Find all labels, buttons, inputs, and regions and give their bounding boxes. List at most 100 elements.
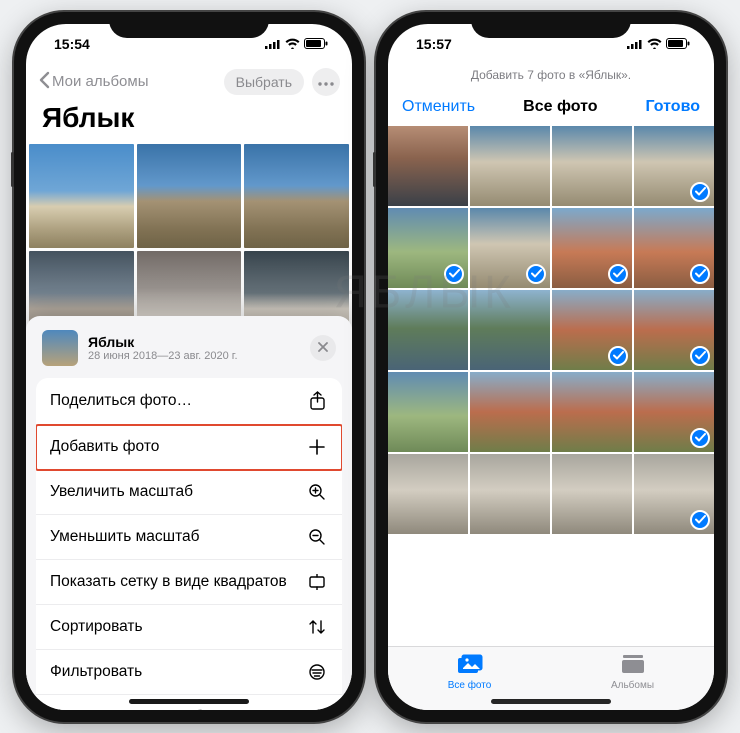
menu-label: Переименовать альбом: [50, 708, 222, 710]
status-indicators: [265, 38, 328, 49]
picker-photo[interactable]: [470, 454, 550, 534]
album-title: Яблык: [26, 100, 352, 144]
menu-share[interactable]: Поделиться фото…: [36, 378, 342, 425]
picker-photo[interactable]: [388, 454, 468, 534]
picker-photo[interactable]: [470, 126, 550, 206]
picker-photo[interactable]: [388, 290, 468, 370]
menu-label: Добавить фото: [50, 438, 159, 456]
sort-icon: [306, 618, 328, 636]
picker-photo[interactable]: [634, 126, 714, 206]
picker-photo[interactable]: [634, 372, 714, 452]
selected-check-icon: [608, 346, 628, 366]
wifi-icon: [647, 38, 662, 49]
picker-photo[interactable]: [552, 372, 632, 452]
share-icon: [306, 391, 328, 411]
more-button[interactable]: [312, 68, 340, 96]
selected-check-icon: [526, 264, 546, 284]
cellular-icon: [627, 39, 643, 49]
chevron-left-icon: [38, 71, 50, 93]
phone-left: 15:54 Мои альбомы Выбр: [14, 12, 364, 722]
home-indicator[interactable]: [129, 699, 249, 704]
home-indicator[interactable]: [491, 699, 611, 704]
menu-label: Сортировать: [50, 618, 143, 636]
phone-right: 15:57 Добавить 7 фото в «Яблык». Отменит…: [376, 12, 726, 722]
menu-label: Показать сетку в виде квадратов: [50, 573, 287, 591]
select-button[interactable]: Выбрать: [224, 69, 304, 95]
tab-all-photos[interactable]: Все фото: [388, 647, 551, 698]
sheet-header: Яблык 28 июня 2018—23 авг. 2020 г.: [36, 328, 342, 378]
picker-photo[interactable]: [470, 372, 550, 452]
cancel-button[interactable]: Отменить: [402, 98, 475, 116]
filter-icon: [306, 663, 328, 681]
selected-check-icon: [690, 264, 710, 284]
picker-photo[interactable]: [634, 208, 714, 288]
picker-photo[interactable]: [552, 208, 632, 288]
battery-icon: [666, 38, 690, 49]
selected-check-icon: [690, 182, 710, 202]
picker-photo[interactable]: [552, 454, 632, 534]
selected-check-icon: [608, 264, 628, 284]
menu-label: Увеличить масштаб: [50, 483, 193, 501]
picker-photo[interactable]: [388, 372, 468, 452]
nav-row: Мои альбомы Выбрать: [26, 64, 352, 100]
tab-label: Все фото: [448, 680, 492, 691]
status-indicators: [627, 38, 690, 49]
selected-check-icon: [690, 510, 710, 530]
action-sheet: Яблык 28 июня 2018—23 авг. 2020 г. Подел…: [26, 316, 352, 710]
screen-left: 15:54 Мои альбомы Выбр: [26, 24, 352, 710]
back-label: Мои альбомы: [52, 73, 149, 90]
tab-albums[interactable]: Альбомы: [551, 647, 714, 698]
picker-photo[interactable]: [634, 454, 714, 534]
photo-thumb[interactable]: [244, 144, 349, 249]
picker-photo[interactable]: [552, 290, 632, 370]
wifi-icon: [285, 38, 300, 49]
photo-thumb[interactable]: [137, 144, 242, 249]
menu-square-grid[interactable]: Показать сетку в виде квадратов: [36, 560, 342, 605]
notch: [109, 12, 269, 38]
picker-photo[interactable]: [388, 208, 468, 288]
back-button[interactable]: Мои альбомы: [38, 71, 149, 93]
tab-label: Альбомы: [611, 680, 654, 691]
cellular-icon: [265, 39, 281, 49]
menu-filter[interactable]: Фильтровать: [36, 650, 342, 695]
menu-label: Поделиться фото…: [50, 392, 192, 410]
screen-right: 15:57 Добавить 7 фото в «Яблык». Отменит…: [388, 24, 714, 710]
picker-photo[interactable]: [552, 126, 632, 206]
status-time: 15:57: [416, 36, 452, 52]
sheet-menu: Поделиться фото… Добавить фото Увеличить…: [36, 378, 342, 710]
selected-check-icon: [690, 346, 710, 366]
sheet-title: Яблык: [88, 334, 300, 350]
aspect-icon: [306, 574, 328, 590]
selected-check-icon: [444, 264, 464, 284]
done-button[interactable]: Готово: [646, 98, 700, 116]
battery-icon: [304, 38, 328, 49]
menu-zoom-in[interactable]: Увеличить масштаб: [36, 470, 342, 515]
photo-picker-grid: [388, 126, 714, 646]
picker-photo[interactable]: [388, 126, 468, 206]
status-time: 15:54: [54, 36, 90, 52]
picker-title: Все фото: [523, 98, 597, 116]
picker-photo[interactable]: [470, 290, 550, 370]
notch: [471, 12, 631, 38]
sheet-thumbnail: [42, 330, 78, 366]
photo-thumb[interactable]: [29, 144, 134, 249]
menu-zoom-out[interactable]: Уменьшить масштаб: [36, 515, 342, 560]
sheet-subtitle: 28 июня 2018—23 авг. 2020 г.: [88, 350, 300, 362]
plus-icon: [306, 438, 328, 456]
menu-label: Уменьшить масштаб: [50, 528, 200, 546]
sheet-close-button[interactable]: [310, 335, 336, 361]
menu-add-photo[interactable]: Добавить фото: [36, 425, 342, 470]
close-icon: [318, 340, 328, 355]
picker-toolbar: Отменить Все фото Готово: [388, 92, 714, 126]
menu-label: Фильтровать: [50, 663, 142, 681]
selected-check-icon: [690, 428, 710, 448]
photos-stack-icon: [457, 654, 483, 677]
picker-photo[interactable]: [470, 208, 550, 288]
ellipsis-icon: [318, 73, 334, 91]
menu-sort[interactable]: Сортировать: [36, 605, 342, 650]
zoom-in-icon: [306, 483, 328, 501]
picker-photo[interactable]: [634, 290, 714, 370]
picker-subtitle: Добавить 7 фото в «Яблык».: [388, 64, 714, 92]
albums-icon: [621, 654, 645, 677]
zoom-out-icon: [306, 528, 328, 546]
